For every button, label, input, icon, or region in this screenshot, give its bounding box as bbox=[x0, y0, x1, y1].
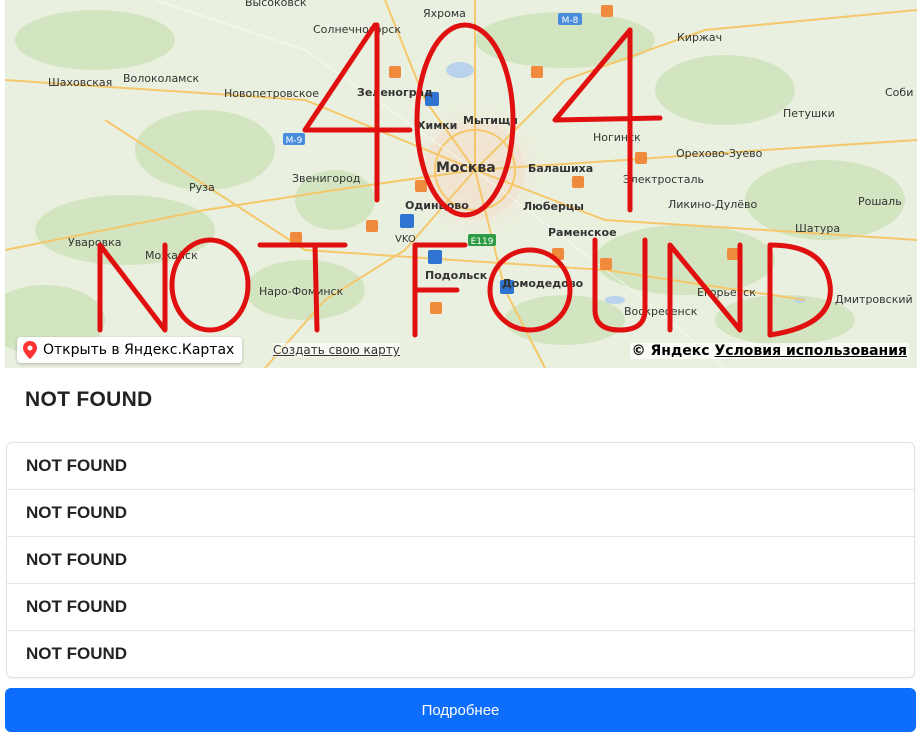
svg-text:M-8: M-8 bbox=[562, 16, 579, 26]
create-map-link[interactable]: Создать свою карту bbox=[273, 343, 400, 357]
place-label: Ликино-Дулёво bbox=[668, 198, 757, 211]
place-label: Мытищи bbox=[463, 114, 518, 127]
place-label: Дмитровский Погост bbox=[835, 293, 917, 306]
place-label: Подольск bbox=[425, 269, 488, 282]
list-item: NOT FOUND bbox=[7, 490, 914, 537]
open-in-yandex-maps-button[interactable]: Открыть в Яндекс.Картах bbox=[17, 337, 243, 363]
place-label: Воскресенск bbox=[624, 305, 698, 318]
place-label: Рошаль bbox=[858, 195, 902, 208]
place-label: Новопетровское bbox=[224, 87, 319, 100]
info-list: NOT FOUND NOT FOUND NOT FOUND NOT FOUND … bbox=[6, 442, 915, 678]
svg-text:M-9: M-9 bbox=[286, 136, 303, 146]
list-item: NOT FOUND bbox=[7, 584, 914, 631]
place-label: Соби bbox=[885, 86, 913, 99]
place-label: Балашиха bbox=[528, 162, 593, 175]
place-label: Солнечногорск bbox=[313, 23, 401, 36]
place-label: Шатура bbox=[795, 222, 840, 235]
list-item: NOT FOUND bbox=[7, 537, 914, 584]
place-label: Высоковск bbox=[245, 0, 307, 9]
list-item: NOT FOUND bbox=[7, 443, 914, 490]
place-label: Руза bbox=[189, 181, 215, 194]
place-label: Орехово-Зуево bbox=[676, 147, 763, 160]
place-label: Люберцы bbox=[523, 200, 584, 213]
map-pin-icon bbox=[23, 341, 37, 359]
place-label: Раменское bbox=[548, 226, 617, 239]
map-copyright: © Яндекс Условия использования bbox=[629, 343, 909, 359]
svg-text:E119: E119 bbox=[471, 237, 494, 247]
list-item: NOT FOUND bbox=[26, 644, 128, 663]
open-in-yandex-maps-label: Открыть в Яндекс.Картах bbox=[43, 342, 235, 358]
place-label: Звенигород bbox=[292, 172, 361, 185]
map-canvas[interactable]: M-8 M-9 E119 Высоковск Яхрома Солнечного… bbox=[5, 0, 917, 368]
place-label: Можайск bbox=[145, 249, 198, 262]
terms-of-use-link[interactable]: Условия использования bbox=[714, 343, 907, 359]
place-label: Москва bbox=[436, 160, 496, 176]
copyright-label: © Яндекс bbox=[631, 343, 710, 359]
card-title: NOT FOUND bbox=[25, 388, 153, 411]
place-label: Волоколамск bbox=[123, 72, 200, 85]
place-label: Наро-Фоминск bbox=[259, 285, 344, 298]
place-label: Уваровка bbox=[68, 236, 122, 249]
place-label: Электросталь bbox=[623, 173, 704, 186]
place-label: VKO bbox=[395, 234, 416, 245]
place-label: Яхрома bbox=[423, 7, 466, 20]
page: M-8 M-9 E119 Высоковск Яхрома Солнечного… bbox=[0, 0, 921, 742]
place-label: Шаховская bbox=[48, 76, 112, 89]
place-label: Ногинск bbox=[593, 131, 641, 144]
map-widget[interactable]: M-8 M-9 E119 Высоковск Яхрома Солнечного… bbox=[5, 0, 917, 368]
place-label: Химки bbox=[417, 119, 457, 132]
place-label: Петушки bbox=[783, 107, 835, 120]
more-details-button[interactable]: Подробнее bbox=[5, 688, 916, 732]
place-label: Киржач bbox=[677, 31, 722, 44]
